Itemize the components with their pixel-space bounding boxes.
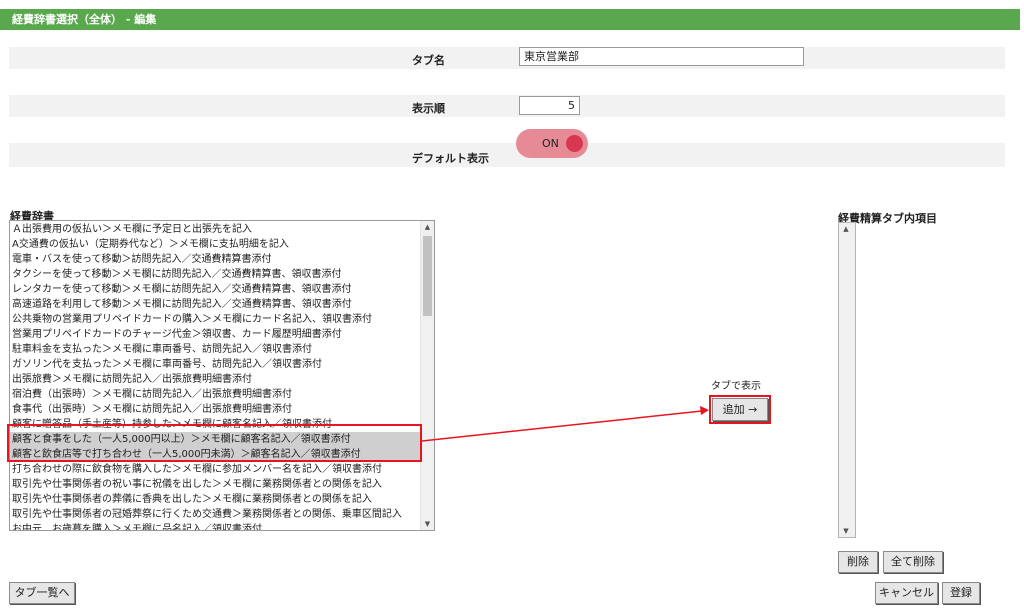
- annotation-arrow: [421, 406, 709, 442]
